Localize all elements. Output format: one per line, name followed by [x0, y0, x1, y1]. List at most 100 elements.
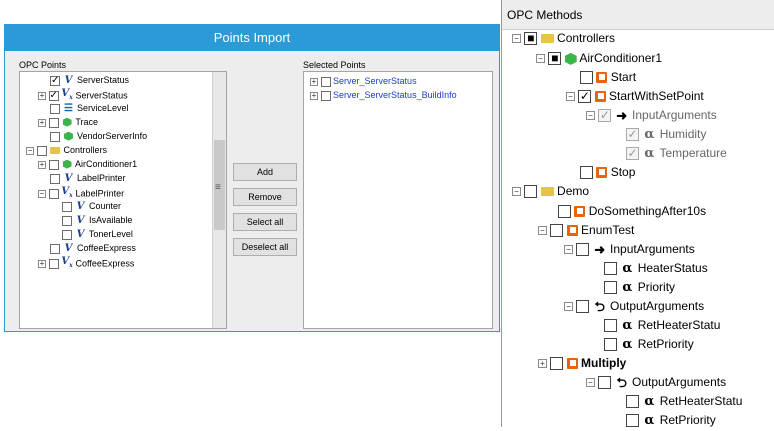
collapse-icon[interactable]: −	[26, 146, 34, 155]
tree-item[interactable]: − Vx LabelPrinter	[38, 185, 124, 199]
tree-item[interactable]: DoSomethingAfter10s	[558, 201, 706, 221]
checkbox[interactable]	[62, 215, 72, 226]
tree-item[interactable]: ✓ α Temperature	[626, 143, 727, 163]
expand-icon[interactable]: +	[38, 118, 46, 127]
checkbox[interactable]	[320, 90, 331, 101]
checkbox[interactable]: ✓	[626, 147, 639, 161]
tree-item[interactable]: + Multiply	[538, 353, 626, 373]
collapse-icon[interactable]: −	[538, 226, 547, 236]
checkbox[interactable]	[626, 395, 639, 409]
checkbox[interactable]	[48, 159, 59, 170]
tree-item[interactable]: − ⮌ OutputArguments	[564, 296, 704, 316]
selected-item[interactable]: + Server_ServerStatus	[310, 74, 417, 88]
tree-item[interactable]: ✓ α Humidity	[626, 124, 706, 144]
checkbox[interactable]	[576, 243, 590, 257]
expand-icon[interactable]: +	[310, 91, 318, 100]
tree-item[interactable]: − Controllers	[26, 143, 107, 157]
checkbox[interactable]	[604, 262, 617, 276]
checkbox[interactable]	[550, 357, 564, 371]
expand-icon[interactable]: +	[38, 160, 46, 169]
collapse-icon[interactable]: −	[512, 187, 521, 197]
tree-item[interactable]: − ✓ StartWithSetPoint	[566, 86, 704, 106]
tree-item[interactable]: − ✓ ➜ InputArguments	[586, 105, 717, 125]
tree-item[interactable]: + Vx CoffeeExpress	[38, 255, 134, 269]
checkbox[interactable]	[62, 229, 72, 240]
tree-item[interactable]: ✓ V ServerStatus	[50, 73, 129, 87]
tree-item[interactable]: VendorServerInfo	[50, 129, 147, 143]
checkbox[interactable]	[320, 76, 331, 87]
checkbox[interactable]: ✓	[48, 91, 59, 101]
tree-item[interactable]: α RetPriority	[604, 334, 694, 354]
tree-item[interactable]: α HeaterStatus	[604, 258, 708, 278]
checkbox[interactable]	[598, 376, 612, 390]
checkbox[interactable]: ✓	[50, 75, 60, 86]
tree-scrollbar[interactable]: ≡	[212, 72, 226, 328]
checkbox[interactable]	[50, 173, 60, 184]
tree-item[interactable]: + ✓ Vx ServerStatus	[38, 87, 128, 101]
tree-item[interactable]: Stop	[580, 162, 635, 182]
collapse-icon[interactable]: −	[586, 378, 595, 388]
tree-item[interactable]: α RetHeaterStatu	[626, 391, 742, 411]
checkbox[interactable]	[524, 185, 538, 199]
tree-item[interactable]: V CoffeeExpress	[50, 241, 136, 255]
checkbox[interactable]	[48, 259, 59, 269]
select-all-button[interactable]: Select all	[233, 213, 297, 231]
checkbox[interactable]	[48, 117, 59, 128]
tree-item[interactable]: V IsAvailable	[62, 213, 132, 227]
tree-item[interactable]: V Counter	[62, 199, 121, 213]
checkbox[interactable]	[604, 281, 617, 295]
remove-button[interactable]: Remove	[233, 188, 297, 206]
collapse-icon[interactable]: −	[536, 54, 545, 64]
collapse-icon[interactable]: −	[566, 92, 575, 102]
checkbox[interactable]: ■	[548, 52, 562, 66]
tree-item[interactable]: + Trace	[38, 115, 98, 129]
checkbox[interactable]	[580, 166, 593, 180]
checkbox[interactable]	[50, 243, 60, 254]
opc-points-tree[interactable]: ≡ ✓ V ServerStatus + ✓ Vx ServerStatus ☰…	[19, 71, 227, 329]
expand-icon[interactable]: +	[310, 77, 318, 86]
checkbox[interactable]	[604, 319, 617, 333]
tree-item[interactable]: α RetHeaterStatu	[604, 315, 720, 335]
tree-item[interactable]: ☰ ServiceLevel	[50, 101, 129, 115]
tree-item[interactable]: Start	[580, 67, 636, 87]
checkbox[interactable]	[558, 205, 571, 219]
expand-icon[interactable]: +	[538, 359, 547, 369]
alpha-icon: α	[622, 336, 633, 352]
tree-item[interactable]: α Priority	[604, 277, 675, 297]
tree-item[interactable]: − ■ AirConditioner1	[536, 48, 662, 68]
tree-item[interactable]: V LabelPrinter	[50, 171, 126, 185]
checkbox[interactable]: ✓	[578, 90, 592, 104]
checkbox[interactable]	[50, 103, 60, 114]
checkbox[interactable]: ■	[524, 32, 538, 46]
tree-item[interactable]: − EnumTest	[538, 220, 634, 240]
collapse-icon[interactable]: −	[564, 302, 573, 312]
checkbox[interactable]	[36, 145, 47, 156]
tree-item[interactable]: − ➜ InputArguments	[564, 239, 695, 259]
checkbox[interactable]	[580, 71, 593, 85]
checkbox[interactable]	[604, 338, 617, 352]
checkbox[interactable]	[626, 414, 639, 428]
checkbox[interactable]	[62, 201, 72, 212]
collapse-icon[interactable]: −	[512, 34, 521, 44]
expand-icon[interactable]: +	[38, 260, 46, 268]
collapse-icon[interactable]: −	[586, 111, 595, 121]
checkbox[interactable]	[576, 300, 590, 314]
checkbox[interactable]	[550, 224, 564, 238]
deselect-all-button[interactable]: Deselect all	[233, 238, 297, 256]
checkbox[interactable]: ✓	[626, 128, 639, 142]
tree-item[interactable]: − ⮌ OutputArguments	[586, 372, 726, 392]
collapse-icon[interactable]: −	[564, 245, 573, 255]
tree-item[interactable]: α RetPriority	[626, 410, 716, 430]
add-button[interactable]: Add	[233, 163, 297, 181]
tree-item[interactable]: − ■ Controllers	[512, 28, 615, 48]
tree-item[interactable]: − Demo	[512, 181, 589, 201]
expand-icon[interactable]: +	[38, 92, 46, 100]
tree-item[interactable]: + AirConditioner1	[38, 157, 137, 171]
selected-points-tree[interactable]: + Server_ServerStatus + Server_ServerSta…	[303, 71, 493, 329]
selected-item[interactable]: + Server_ServerStatus_BuildInfo	[310, 88, 457, 102]
collapse-icon[interactable]: −	[38, 190, 46, 198]
checkbox[interactable]	[48, 189, 59, 199]
checkbox[interactable]	[50, 131, 60, 142]
checkbox[interactable]: ✓	[598, 109, 612, 123]
tree-item[interactable]: V TonerLevel	[62, 227, 133, 241]
